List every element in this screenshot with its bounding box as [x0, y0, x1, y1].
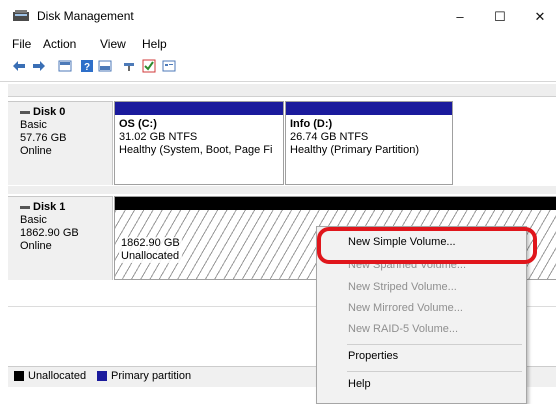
disk-0-size: 57.76 GB: [20, 132, 67, 144]
volume-c-header: [115, 102, 283, 115]
volume-d[interactable]: Info (D:) 26.74 GB NTFS Healthy (Primary…: [285, 101, 453, 185]
disk-list-icon[interactable]: [58, 59, 72, 73]
menu-file[interactable]: File: [12, 37, 31, 51]
properties-icon[interactable]: [162, 59, 176, 73]
connect-icon[interactable]: [122, 59, 136, 73]
menu-new-striped-volume: New Striped Volume...: [348, 281, 457, 293]
volume-c-name: OS (C:): [119, 118, 157, 130]
volume-list-icon[interactable]: [98, 59, 112, 73]
disk-0-name: Disk 0: [33, 106, 66, 118]
disk-1-name-row: Disk 1: [20, 201, 112, 214]
disk-0-name-row: Disk 0: [20, 106, 112, 119]
legend-primary-swatch: [97, 371, 107, 381]
menu-properties[interactable]: Properties: [317, 346, 526, 366]
menu-separator: [347, 371, 522, 372]
menu-help-item[interactable]: Help: [317, 374, 526, 394]
volume-d-status: Healthy (Primary Partition): [290, 144, 419, 156]
unallocated-text: 1862.90 GB Unallocated: [119, 237, 182, 263]
legend-unallocated-label: Unallocated: [28, 370, 87, 382]
toolbar: ?: [0, 56, 556, 78]
legend-unallocated-swatch: [14, 371, 24, 381]
volume-c-size: 31.02 GB NTFS: [119, 131, 198, 143]
volume-c[interactable]: OS (C:) 31.02 GB NTFS Healthy (System, B…: [114, 101, 284, 185]
svg-text:?: ?: [84, 62, 90, 73]
legend-primary-label: Primary partition: [111, 370, 192, 382]
minimize-button[interactable]: –: [445, 6, 475, 28]
close-button[interactable]: ✕: [525, 6, 555, 28]
forward-arrow-icon[interactable]: [32, 59, 46, 73]
title-bar: Disk Management – ☐ ✕: [0, 0, 556, 32]
disk-icon: [20, 111, 30, 114]
highlight-annotation: [317, 227, 537, 264]
menu-help[interactable]: Help: [142, 37, 167, 51]
menu-action[interactable]: Action: [43, 37, 76, 51]
disk-0-status: Online: [20, 145, 52, 157]
disk-1-status: Online: [20, 240, 52, 252]
disk-separator: [8, 186, 556, 194]
pane-top-strip: [8, 84, 556, 97]
check-icon[interactable]: [142, 59, 156, 73]
menu-new-raid5-volume: New RAID-5 Volume...: [348, 323, 459, 335]
volume-d-header: [286, 102, 452, 115]
menu-new-mirrored-volume: New Mirrored Volume...: [348, 302, 463, 314]
menu-separator: [347, 344, 522, 345]
window-title: Disk Management: [37, 9, 134, 23]
volume-d-size: 26.74 GB NTFS: [290, 131, 369, 143]
disk-1-label[interactable]: Disk 1 Basic 1862.90 GB Online: [8, 196, 113, 280]
disk-0-label[interactable]: Disk 0 Basic 57.76 GB Online: [8, 101, 113, 185]
disk-1-size: 1862.90 GB: [20, 227, 79, 239]
unallocated-size: 1862.90 GB: [121, 237, 180, 249]
disk-0-remaining: [454, 101, 556, 185]
disk-1-name: Disk 1: [33, 201, 66, 213]
disk-1-type: Basic: [20, 214, 47, 226]
menu-bar: File Action View Help: [0, 34, 556, 54]
volume-c-status: Healthy (System, Boot, Page Fi: [119, 144, 273, 156]
volume-d-name: Info (D:): [290, 118, 333, 130]
disk-0-type: Basic: [20, 119, 47, 131]
disk-management-icon: [13, 10, 29, 21]
disk-icon: [20, 206, 30, 209]
menu-view[interactable]: View: [100, 37, 126, 51]
unallocated-status: Unallocated: [121, 250, 180, 262]
unallocated-header: [115, 197, 556, 210]
maximize-button[interactable]: ☐: [485, 6, 515, 28]
back-arrow-icon[interactable]: [12, 59, 26, 73]
help-icon[interactable]: ?: [80, 59, 94, 73]
